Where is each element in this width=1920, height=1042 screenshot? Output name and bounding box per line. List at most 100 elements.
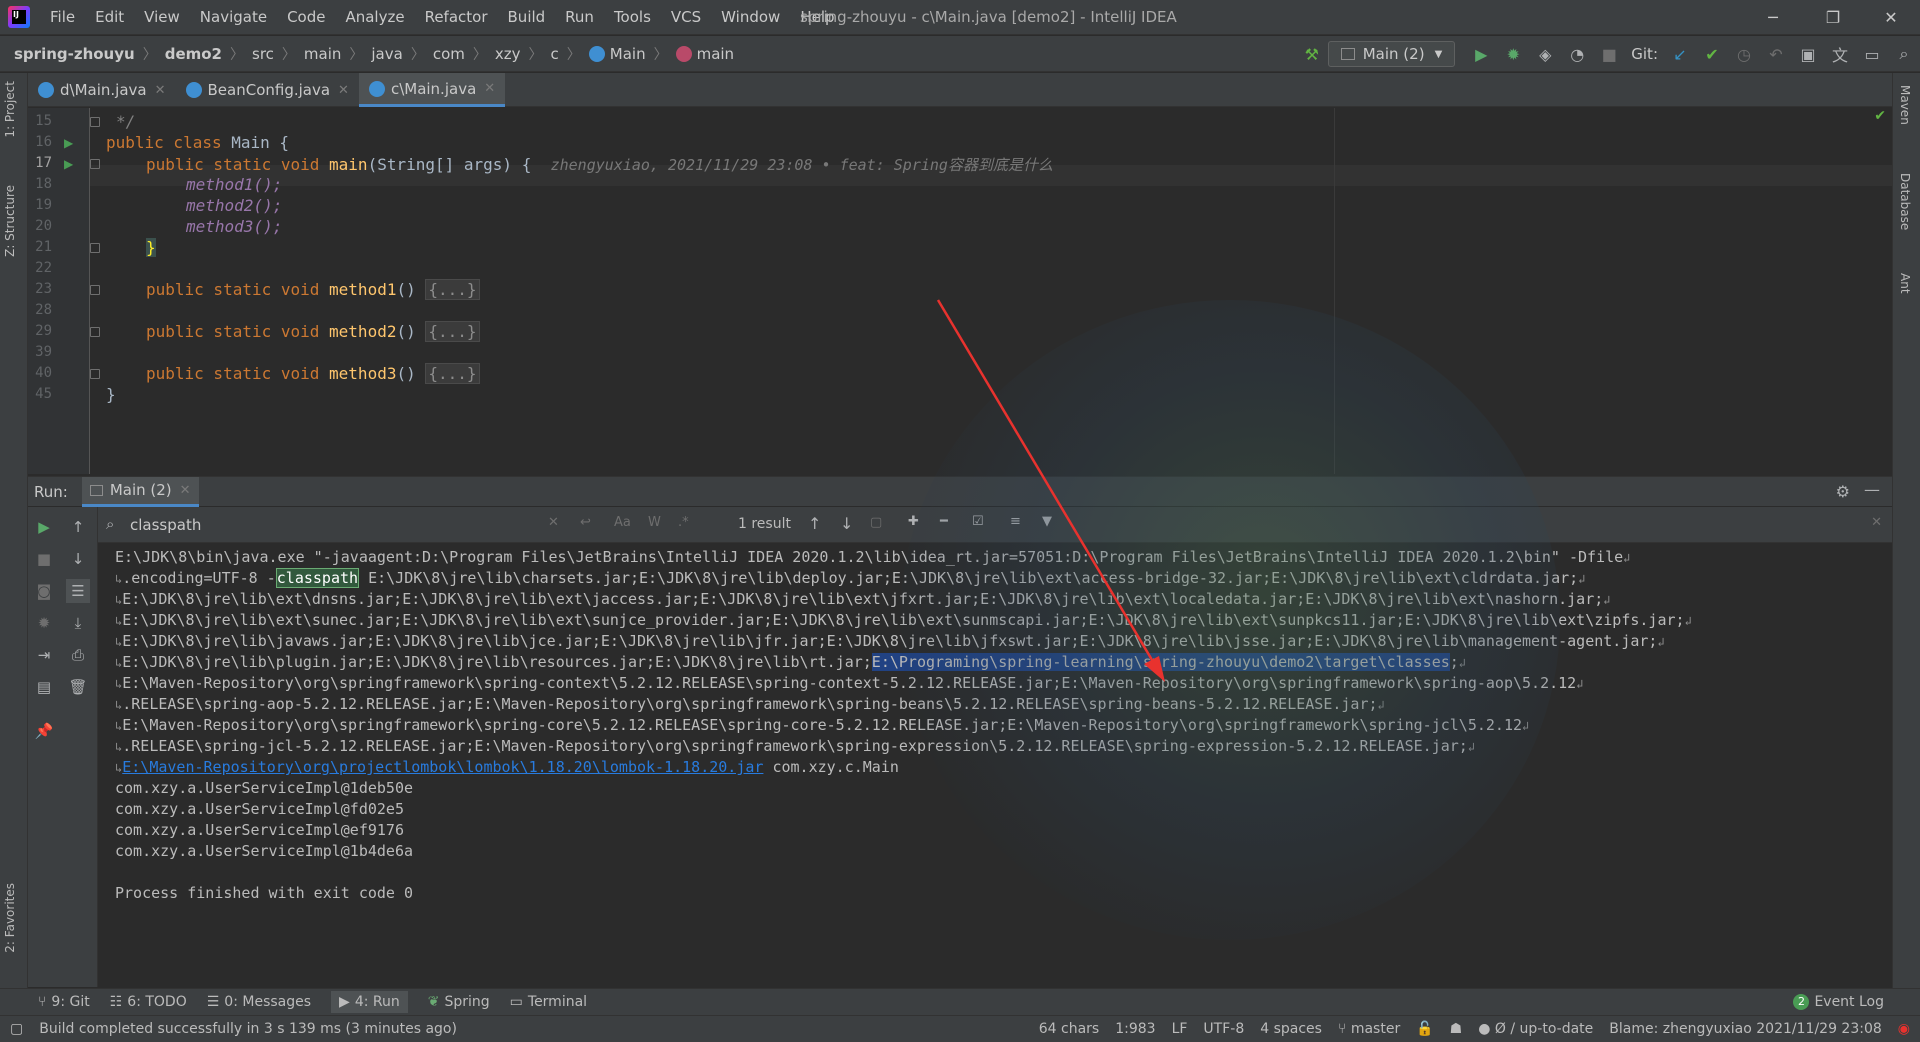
soft-wrap-icon[interactable]: ☰ <box>66 579 90 603</box>
menu-build[interactable]: Build <box>508 8 546 26</box>
select-all-occurrences-icon[interactable]: ▢ <box>870 515 882 530</box>
menu-analyze[interactable]: Analyze <box>345 8 404 26</box>
line-separator[interactable]: LF <box>1172 1021 1188 1037</box>
close-icon[interactable]: ✕ <box>180 483 191 498</box>
git-branch-widget[interactable]: ⑂ master <box>1338 1021 1400 1037</box>
git-rollback-icon[interactable]: ↶ <box>1760 36 1792 72</box>
translate-icon[interactable]: 文 <box>1824 36 1856 72</box>
presentation-icon[interactable]: ▭ <box>1856 36 1888 72</box>
blame-info[interactable]: Blame: zhengyuxiao 2021/11/29 23:08 <box>1609 1021 1882 1037</box>
search-everywhere-icon[interactable]: ⌕ <box>1888 36 1920 72</box>
git-tool-tab[interactable]: ⑂ 9: Git <box>38 994 90 1010</box>
hector-icon[interactable]: ☗ <box>1450 1021 1463 1037</box>
git-history-icon[interactable]: ◷ <box>1728 36 1760 72</box>
run-tab-main[interactable]: Main (2) ✕ <box>81 476 199 507</box>
pin-icon[interactable]: 📌 <box>32 719 56 743</box>
run-gutter-icon[interactable]: ▶ <box>64 157 73 171</box>
regex-icon[interactable]: .* <box>678 515 689 530</box>
indent-setting[interactable]: 4 spaces <box>1260 1021 1322 1037</box>
messages-tool-tab[interactable]: ☰ 0: Messages <box>207 994 311 1010</box>
inspection-ok-icon[interactable]: ✔ <box>1874 108 1886 124</box>
remove-selection-icon[interactable]: ━ <box>940 514 948 529</box>
menu-window[interactable]: Window <box>721 8 780 26</box>
close-search-icon[interactable]: ✕ <box>1871 515 1882 530</box>
build-hammer-icon[interactable]: ⚒ <box>1296 36 1328 72</box>
fold-marker-icon[interactable] <box>90 285 100 295</box>
previous-occurrence-icon[interactable]: ↑ <box>808 514 821 533</box>
tab-beanconfig-java[interactable]: BeanConfig.java ✕ <box>176 73 359 107</box>
status-toggle-icon[interactable]: ▢ <box>10 1021 23 1037</box>
clear-search-icon[interactable]: ✕ <box>548 515 559 530</box>
git-update-icon[interactable]: ↙ <box>1664 36 1696 72</box>
restore-button[interactable]: ❐ <box>1804 0 1862 35</box>
hide-panel-icon[interactable]: — <box>1864 480 1880 499</box>
file-encoding[interactable]: UTF-8 <box>1203 1021 1244 1037</box>
breadcrumb-xzy[interactable]: xzy <box>489 45 527 63</box>
close-icon[interactable]: ✕ <box>338 83 349 98</box>
minimize-button[interactable]: ─ <box>1744 0 1802 35</box>
run-console-output[interactable]: E:\JDK\8\bin\java.exe "-javaagent:D:\Pro… <box>98 544 1880 988</box>
menu-tools[interactable]: Tools <box>614 8 651 26</box>
filter-icon[interactable]: ▼ <box>1042 514 1052 529</box>
menu-run[interactable]: Run <box>565 8 594 26</box>
favorites-tool-tab[interactable]: 2: Favorites <box>3 883 17 953</box>
profile-icon[interactable]: ◔ <box>1561 36 1593 72</box>
menu-refactor[interactable]: Refactor <box>425 8 488 26</box>
new-line-icon[interactable]: ↩ <box>580 515 591 530</box>
tab-c-main-java[interactable]: c\Main.java ✕ <box>358 73 506 107</box>
vcs-state[interactable]: ● Ø / up-to-date <box>1478 1021 1593 1037</box>
close-window-button[interactable]: ✕ <box>1862 0 1920 35</box>
menu-navigate[interactable]: Navigate <box>200 8 267 26</box>
breadcrumb-project[interactable]: spring-zhouyu <box>0 45 141 63</box>
camera-icon[interactable]: ◙ <box>32 579 56 603</box>
debug-disabled-icon[interactable]: ✹ <box>32 611 56 635</box>
run-tool-tab[interactable]: ▶ 4: Run <box>331 991 408 1013</box>
event-log-tool-tab[interactable]: 2 Event Log <box>1793 994 1884 1010</box>
breadcrumb-java[interactable]: java <box>365 45 408 63</box>
collapsed-block[interactable]: {...} <box>425 321 480 342</box>
run-gutter-icon[interactable]: ▶ <box>64 136 73 150</box>
project-structure-icon[interactable]: ▣ <box>1792 36 1824 72</box>
fold-marker-icon[interactable] <box>90 369 100 379</box>
toggle-multiline-icon[interactable]: ☑ <box>972 514 984 529</box>
stop-icon[interactable]: ■ <box>1593 36 1625 72</box>
exit-icon[interactable]: ⇥ <box>32 643 56 667</box>
scroll-up-icon[interactable]: ↑ <box>66 515 90 539</box>
caret-position[interactable]: 1:983 <box>1115 1021 1155 1037</box>
fold-marker-icon[interactable] <box>90 117 100 127</box>
close-icon[interactable]: ✕ <box>155 83 166 98</box>
breadcrumb-method-main[interactable]: main <box>670 45 740 63</box>
todo-tool-tab[interactable]: ☷ 6: TODO <box>110 994 187 1010</box>
git-commit-icon[interactable]: ✔ <box>1696 36 1728 72</box>
breadcrumb-class-main[interactable]: Main <box>583 45 652 63</box>
code-editor[interactable]: 15 16 17 18 19 20 21 22 23 28 29 39 40 4… <box>28 108 1892 474</box>
notification-icon[interactable]: ◉ <box>1898 1021 1910 1037</box>
stop-icon[interactable]: ■ <box>32 547 56 571</box>
fold-marker-icon[interactable] <box>90 159 100 169</box>
terminal-tool-tab[interactable]: ▭ Terminal <box>510 994 587 1010</box>
lombok-jar-link[interactable]: E:\Maven-Repository\org\projectlombok\lo… <box>122 758 763 776</box>
coverage-icon[interactable]: ◈ <box>1529 36 1561 72</box>
match-case-icon[interactable]: Aa <box>614 515 631 530</box>
build-status-message[interactable]: Build completed successfully in 3 s 139 … <box>39 1021 457 1037</box>
breadcrumb-src[interactable]: src <box>246 45 280 63</box>
filter-lines-icon[interactable]: ≡ <box>1010 514 1021 529</box>
lock-icon[interactable]: 🔓 <box>1416 1021 1433 1037</box>
run-icon[interactable]: ▶ <box>1465 36 1497 72</box>
scroll-to-end-icon[interactable]: ⤓ <box>66 611 90 635</box>
rerun-icon[interactable]: ▶ <box>32 515 56 539</box>
menu-vcs[interactable]: VCS <box>671 8 701 26</box>
structure-tool-tab[interactable]: Z: Structure <box>3 185 17 257</box>
words-icon[interactable]: W <box>648 515 661 530</box>
fold-marker-icon[interactable] <box>90 243 100 253</box>
add-selection-icon[interactable]: ✚ <box>908 514 919 529</box>
trash-icon[interactable]: 🗑 <box>66 675 90 699</box>
project-tool-tab[interactable]: 1: Project <box>3 81 17 138</box>
collapsed-block[interactable]: {...} <box>425 279 480 300</box>
layout-icon[interactable]: ▤ <box>32 675 56 699</box>
gear-icon[interactable]: ⚙ <box>1836 482 1850 501</box>
console-scrollbar[interactable] <box>1870 544 1880 988</box>
database-tool-tab[interactable]: Database <box>1898 173 1912 230</box>
collapsed-block[interactable]: {...} <box>425 363 480 384</box>
spring-tool-tab[interactable]: ❦ Spring <box>428 994 490 1010</box>
